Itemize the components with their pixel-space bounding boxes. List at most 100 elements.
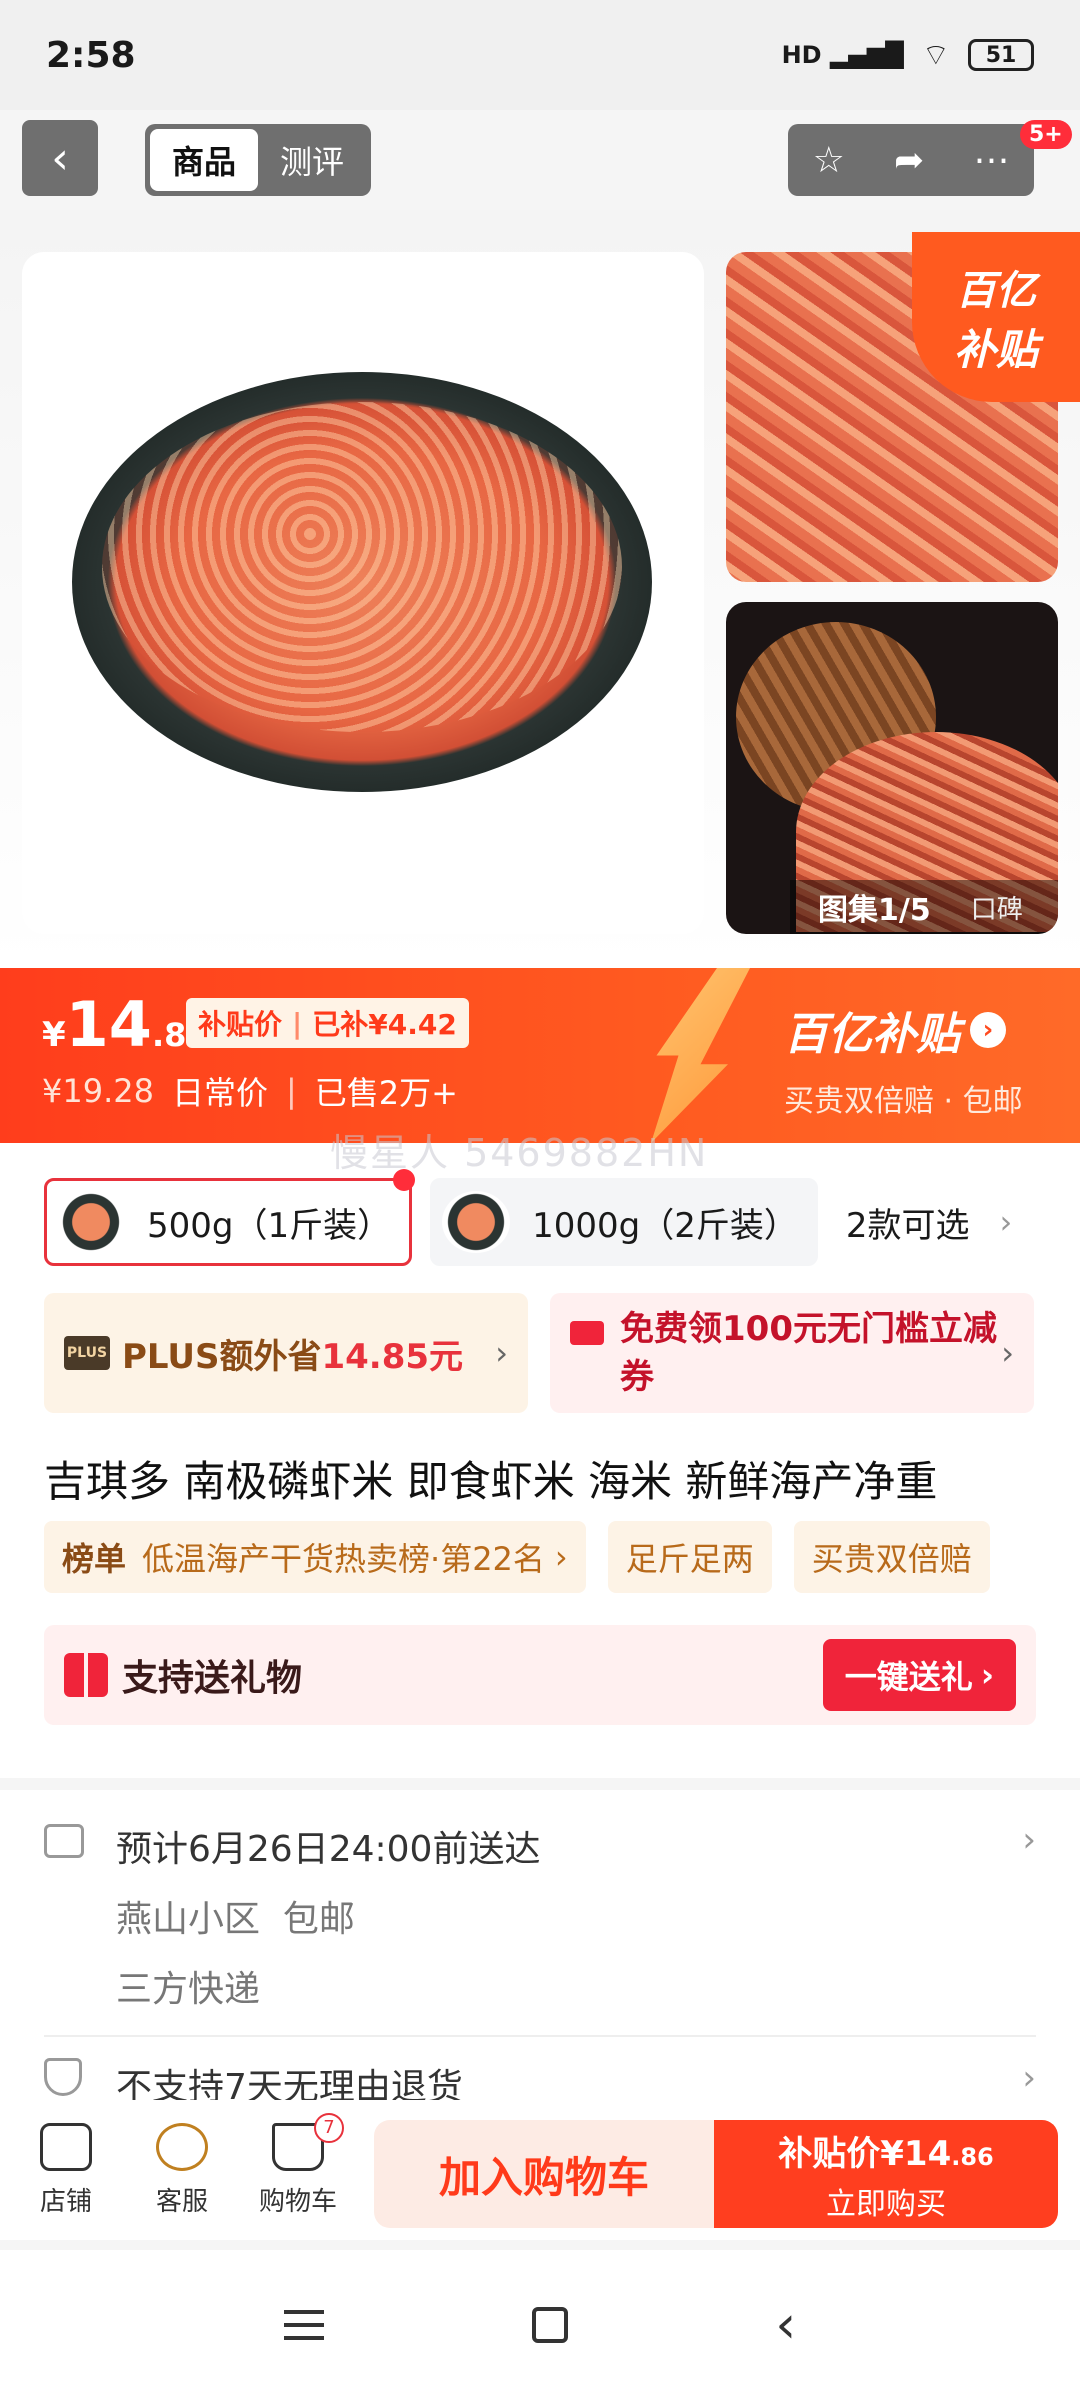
product-gallery[interactable]: 百亿 补贴 图集1/5 口碑 [0, 210, 1080, 970]
delivery-address: 燕山小区 [116, 1899, 261, 1940]
back-button[interactable]: ‹ [22, 120, 98, 196]
original-price-label: 日常价 [171, 1074, 268, 1112]
courier-label: 三方快递 [116, 1969, 261, 2010]
subsidy-corner-badge: 百亿 补贴 [912, 232, 1080, 402]
price-currency: ¥ [42, 1015, 66, 1055]
variant-thumbnail [57, 1191, 125, 1253]
variant-selector: 500g（1斤装） 1000g（2斤装） 2款可选 › [44, 1169, 1012, 1266]
subsidy-brand-link[interactable]: 百亿补贴 › 买贵双倍赔 · 包邮 [784, 998, 1054, 1120]
current-price: ¥ 14 .86 [42, 988, 209, 1061]
chevron-right-icon: › [554, 1538, 568, 1576]
price-banner: ¥ 14 .86 补贴价 | 已补¥4.42 ¥19.28 日常价 | 已售2万… [0, 968, 1080, 1143]
subsidy-badge-line2: 补贴 [953, 324, 1038, 374]
product-title: 吉琪多 南极磷虾米 即食虾米 海米 新鲜海产净重 [44, 1457, 938, 1506]
subsidy-amount: 已补¥4.42 [312, 1008, 457, 1041]
bottom-action-bar: 店铺 客服 7 购物车 加入购物车 补贴价¥14.86 立即购买 [0, 2100, 1080, 2240]
add-to-cart-button[interactable]: 加入购物车 [374, 2120, 714, 2228]
battery-icon: 51 [968, 39, 1034, 71]
gift-icon [64, 1653, 108, 1697]
ranking-label: 榜单 [62, 1540, 127, 1578]
send-gift-button[interactable]: 一键送礼 › [822, 1639, 1016, 1711]
top-nav: ‹ 商品 测评 ☆ ➦ ⋯ 5+ [0, 120, 1080, 200]
ranking-tag[interactable]: 榜单 低温海产干货热卖榜·第22名 › [44, 1521, 586, 1593]
system-nav-bar: ‹ [0, 2250, 1080, 2400]
buy-now-label: 立即购买 [826, 2186, 946, 2222]
more-variants-link[interactable]: 2款可选 › [846, 1198, 1012, 1247]
store-icon [40, 2122, 92, 2171]
subsidy-price-tag: 补贴价 | 已补¥4.42 [186, 998, 469, 1048]
chevron-right-icon: › [495, 1334, 508, 1372]
shipping-fee: 包邮 [282, 1899, 355, 1940]
subsidy-brand-subtitle: 买贵双倍赔 · 包邮 [784, 1084, 1023, 1119]
chevron-right-icon: › [1022, 1820, 1036, 1860]
ranking-text: 低温海产干货热卖榜·第22名 [142, 1540, 545, 1578]
menu-icon[interactable] [283, 2310, 324, 2340]
chevron-right-icon: › [999, 1203, 1013, 1241]
home-icon[interactable] [531, 2307, 568, 2343]
plus-savings-promo[interactable]: PLUS PLUS额外省14.85元 › [44, 1293, 528, 1413]
shield-icon [44, 2058, 82, 2096]
customer-service-button[interactable]: 客服 [124, 2122, 240, 2218]
variant-thumbnail [442, 1191, 511, 1253]
lightning-decoration [651, 968, 750, 1143]
shop-button[interactable]: 店铺 [8, 2122, 124, 2218]
plus-savings-label: PLUS额外省 [122, 1336, 322, 1377]
chevron-right-icon: › [970, 1012, 1006, 1048]
coupon-icon [570, 1321, 604, 1345]
more-icon[interactable]: ⋯ [973, 140, 1009, 181]
delivery-row[interactable]: 预计6月26日24:00前送达 燕山小区 包邮 三方快递 › [44, 1820, 1036, 2012]
gift-label: 支持送礼物 [122, 1658, 303, 1699]
status-bar: 2:58 HD ▂▄▆█ ⌔ 51 [0, 0, 1080, 110]
signal-icon: HD ▂▄▆█ [781, 41, 904, 69]
tab-product[interactable]: 商品 [150, 129, 258, 191]
product-tags: 榜单 低温海产干货热卖榜·第22名 › 足斤足两 买贵双倍赔 [44, 1521, 990, 1593]
send-gift-label: 一键送礼 [844, 1658, 973, 1696]
tab-review[interactable]: 测评 [258, 129, 366, 191]
variant-option-500g[interactable]: 500g（1斤装） [44, 1169, 416, 1266]
truck-icon [44, 1824, 84, 1858]
price-integer: 14 [65, 988, 152, 1061]
tab-switch: 商品 测评 [145, 124, 371, 196]
shrimp-texture [102, 402, 622, 732]
share-icon[interactable]: ➦ [894, 140, 924, 181]
chevron-right-icon: › [1022, 2058, 1036, 2098]
plus-logo-icon: PLUS [64, 1336, 110, 1370]
gallery-counter[interactable]: 图集1/5 口碑 [790, 880, 1058, 934]
subsidy-price-label: 补贴价 [198, 1008, 283, 1041]
original-price: ¥19.28 [42, 1072, 154, 1110]
subsidy-badge-line1: 百亿 [956, 267, 1036, 314]
cart-button[interactable]: 7 购物车 [240, 2112, 356, 2218]
service-label: 客服 [155, 2186, 208, 2217]
top-actions: ☆ ➦ ⋯ [788, 124, 1034, 196]
status-icons: HD ▂▄▆█ ⌔ 51 [782, 36, 1034, 74]
variant-label: 500g（1斤装） [147, 1205, 392, 1246]
wifi-icon: ⌔ [921, 38, 950, 73]
more-variants-label: 2款可选 [845, 1205, 970, 1246]
price-secondary: ¥19.28 日常价 | 已售2万+ [42, 1068, 458, 1114]
buy-now-button[interactable]: 补贴价¥14.86 立即购买 [714, 2120, 1058, 2228]
shop-label: 店铺 [39, 2186, 92, 2217]
plus-savings-amount: 14.85元 [321, 1336, 464, 1377]
back-icon[interactable]: ‹ [775, 2295, 796, 2355]
chevron-right-icon: › [980, 1656, 994, 1694]
coupon-promo[interactable]: 免费领100元无门槛立减券 › [550, 1293, 1034, 1413]
promotions: PLUS PLUS额外省14.85元 › 免费领100元无门槛立减券 › [44, 1293, 1034, 1413]
buy-price-label: 补贴价¥14 [778, 2133, 952, 2174]
star-icon[interactable]: ☆ [813, 140, 845, 181]
tag-price-guarantee: 买贵双倍赔 [793, 1521, 990, 1593]
notification-badge: 5+ [1020, 120, 1072, 149]
tag-full-weight: 足斤足两 [607, 1521, 772, 1593]
gallery-count-label: 图集1/5 [818, 893, 931, 928]
chat-icon [156, 2122, 208, 2171]
reviews-tab-label[interactable]: 口碑 [971, 889, 1023, 926]
sold-count: 已售2万+ [314, 1074, 458, 1112]
delivery-section: 预计6月26日24:00前送达 燕山小区 包邮 三方快递 › 不支持7天无理由退… [0, 1790, 1080, 2120]
coupon-label: 免费领100元无门槛立减券 [620, 1309, 997, 1397]
status-time: 2:58 [46, 34, 136, 76]
divider [44, 2035, 1036, 2037]
cart-label: 购物车 [258, 2186, 337, 2217]
main-product-image[interactable] [22, 252, 704, 934]
watermark: 慢星人 5469882HN [330, 1131, 709, 1175]
variant-option-1000g[interactable]: 1000g（2斤装） [430, 1178, 818, 1266]
buy-price-decimal: .86 [951, 2142, 994, 2171]
